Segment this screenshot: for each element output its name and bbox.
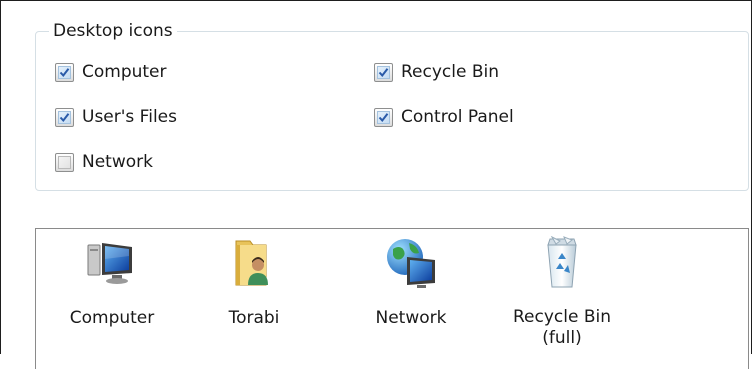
desktop-icons-legend: Desktop icons bbox=[49, 20, 177, 42]
user-folder-icon bbox=[235, 240, 268, 286]
checkmark-icon bbox=[59, 67, 70, 77]
checkbox-box[interactable] bbox=[55, 152, 74, 172]
checkbox-box[interactable] bbox=[374, 107, 393, 127]
checkbox-label: Control Panel bbox=[401, 107, 514, 127]
network-checkbox[interactable]: Network bbox=[55, 152, 153, 172]
network-icon bbox=[387, 239, 435, 288]
preview-item-computer[interactable]: Computer bbox=[52, 229, 172, 329]
computer-checkbox[interactable]: Computer bbox=[55, 62, 167, 82]
control-panel-checkbox[interactable]: Control Panel bbox=[374, 107, 514, 127]
preview-item-label: Recycle Bin (full) bbox=[512, 307, 611, 348]
checkbox-box[interactable] bbox=[374, 62, 393, 82]
checkbox-label: Network bbox=[82, 152, 153, 172]
preview-item-label: Network bbox=[375, 308, 447, 328]
recycle-bin-checkbox[interactable]: Recycle Bin bbox=[374, 62, 499, 82]
preview-item-label: Torabi bbox=[228, 308, 280, 328]
checkbox-label: Recycle Bin bbox=[401, 62, 500, 82]
checkbox-box[interactable] bbox=[55, 107, 74, 127]
checkbox-label: User's Files bbox=[82, 107, 177, 127]
preview-item-label: Computer bbox=[69, 308, 155, 328]
checkmark-icon bbox=[378, 67, 389, 77]
checkmark-icon bbox=[378, 112, 389, 122]
checkmark-icon bbox=[59, 112, 70, 122]
preview-item-user-folder[interactable]: Torabi bbox=[194, 229, 314, 329]
preview-item-network[interactable]: Network bbox=[351, 229, 471, 329]
computer-icon bbox=[87, 243, 132, 284]
checkbox-box[interactable] bbox=[55, 62, 74, 82]
users-files-checkbox[interactable]: User's Files bbox=[55, 107, 177, 127]
checkbox-label: Computer bbox=[82, 62, 167, 82]
icon-preview-panel: Computer Torabi Network Recycle Bin (ful… bbox=[35, 228, 749, 369]
preview-item-recycle-bin[interactable]: Recycle Bin (full) bbox=[502, 229, 622, 349]
recycle-bin-full-icon bbox=[547, 235, 577, 288]
